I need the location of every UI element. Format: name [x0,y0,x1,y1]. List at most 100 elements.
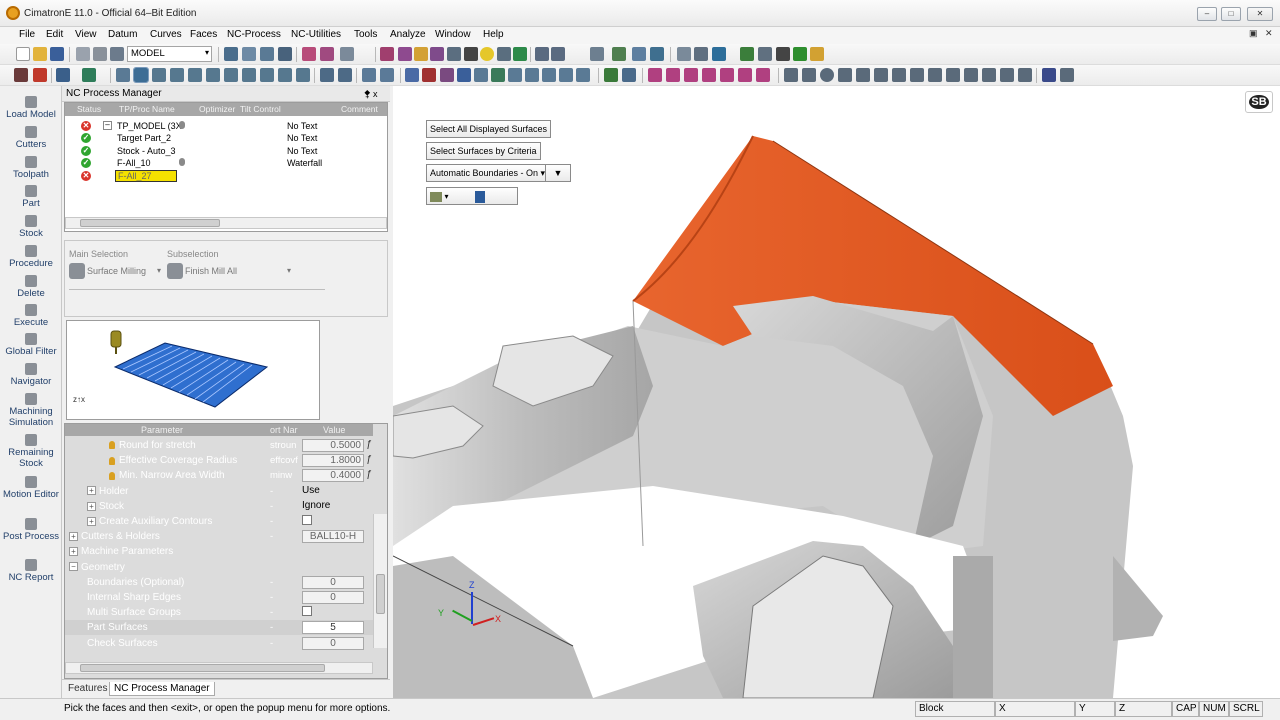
group-icon[interactable] [632,47,646,61]
copy-icon[interactable] [650,47,664,61]
menu-analyze[interactable]: Analyze [390,29,426,40]
fillet-icon[interactable] [946,68,960,82]
param-row[interactable]: Effective Coverage Radius effcovf 1.8000 ƒ [65,453,373,468]
cloud-icon[interactable] [93,47,107,61]
param-value[interactable] [302,606,364,619]
scrollbar-thumb[interactable] [80,664,325,672]
mirror-icon[interactable] [928,68,942,82]
param-row[interactable]: Boundaries (Optional) - 0 [65,575,373,590]
menu-file[interactable]: File [19,29,35,40]
nc-4-icon[interactable] [457,68,471,82]
select-6-icon[interactable] [206,68,220,82]
box-icon[interactable] [810,47,824,61]
param-row[interactable]: + Machine Parameters [65,544,373,559]
select-by-criteria-button[interactable]: Select Surfaces by Criteria [426,142,541,160]
arrow-right-icon[interactable] [551,47,565,61]
select-11-icon[interactable] [296,68,310,82]
combine-icon[interactable] [1018,68,1032,82]
cursor-icon[interactable] [362,68,376,82]
col-tilt-control[interactable]: Tilt Control [240,104,281,114]
collapse-icon[interactable]: – [103,121,112,130]
formula-icon[interactable]: ƒ [366,469,372,480]
zoom-window-icon[interactable] [242,47,256,61]
pin-close-icon[interactable]: ⯞ x [364,87,378,103]
select-7-icon[interactable] [224,68,238,82]
select-3-icon[interactable] [152,68,166,82]
expand-icon[interactable]: + [87,486,96,496]
point-icon[interactable] [856,68,870,82]
pan-icon[interactable] [278,47,292,61]
stock-button[interactable]: Stock [0,215,62,239]
model-dropdown[interactable]: MODEL ▾ [127,46,212,62]
surface-1-icon[interactable] [648,68,662,82]
menu-curves[interactable]: Curves [150,29,182,40]
light-bulb-icon[interactable] [480,47,494,61]
split-icon[interactable] [1000,68,1014,82]
param-row[interactable]: + Stock - Ignore [65,499,373,514]
close-button[interactable]: ✕ [1247,7,1273,21]
print-icon[interactable] [76,47,90,61]
surface-4-icon[interactable] [702,68,716,82]
menu-faces[interactable]: Faces [190,29,217,40]
menu-window[interactable]: Window [435,29,471,40]
motion-editor-button[interactable]: Motion Editor [0,476,62,500]
nc-8-icon[interactable] [525,68,539,82]
surface-3-icon[interactable] [684,68,698,82]
menu-edit[interactable]: Edit [46,29,63,40]
tab-features[interactable]: Features [64,682,111,696]
main-selection-dropdown[interactable]: Surface Milling ▾ [69,263,161,279]
machining-simulation-button[interactable]: Machining Simulation [0,393,62,428]
render-mode-icon[interactable] [340,47,354,61]
global-filter-button[interactable]: Global Filter [0,333,62,357]
minimize-button[interactable]: – [1197,7,1217,21]
pick-mode-2-icon[interactable] [338,68,352,82]
param-row[interactable]: + Cutters & Holders - BALL10-H [65,529,373,544]
expand-icon[interactable]: + [69,547,78,557]
nc-5-icon[interactable] [474,68,488,82]
subselection-dropdown[interactable]: Finish Mill All ▾ [167,263,293,279]
scrollbar-thumb[interactable] [376,574,385,614]
view-cube-icon[interactable] [302,47,316,61]
execute-button[interactable]: Execute [0,304,62,328]
param-value[interactable]: Ignore [302,500,364,513]
col-comment[interactable]: Comment [341,104,378,114]
nc-report-button[interactable]: NC Report [0,559,62,583]
param-row[interactable]: − Geometry [65,560,373,575]
param-col-short-name[interactable]: ort Nar [270,425,298,435]
grid-icon[interactable] [694,47,708,61]
param-col-value[interactable]: Value [323,425,345,435]
select-8-icon[interactable] [242,68,256,82]
delete-icon[interactable] [33,68,47,82]
show-icon[interactable] [513,47,527,61]
param-value[interactable]: 0 [302,575,364,589]
open-icon[interactable] [33,47,47,61]
col-name[interactable]: TP/Proc Name [119,104,175,114]
param-value[interactable] [302,515,364,528]
param-row[interactable]: + Holder - Use [65,484,373,499]
param-row[interactable]: Round for stretch stroun 0.5000 ƒ [65,438,373,453]
filter-icon[interactable] [82,68,96,82]
zoom-in-icon[interactable] [260,47,274,61]
lines-icon[interactable] [776,47,790,61]
offset-icon[interactable] [910,68,924,82]
toolpath-button[interactable]: Toolpath [0,156,62,180]
col-optimizer[interactable]: Optimizer [199,104,235,114]
spline-icon[interactable] [838,68,852,82]
layer-4-icon[interactable] [430,47,444,61]
surface-2-icon[interactable] [666,68,680,82]
feature-icon[interactable] [612,47,626,61]
pick-mode-icon[interactable] [320,68,334,82]
param-col-parameter[interactable]: Parameter [141,425,183,435]
new-icon[interactable] [16,47,30,61]
col-status[interactable]: Status [77,104,101,114]
remaining-stock-button[interactable]: Remaining Stock [0,434,62,469]
post-process-button[interactable]: Post Process [0,518,62,542]
tree-row[interactable]: ✓ Target Part_2 No Text [65,132,387,144]
menu-nc-utilities[interactable]: NC-Utilities [291,29,341,40]
collapse-icon[interactable]: − [69,562,78,572]
select-4-icon[interactable] [170,68,184,82]
nc-11-icon[interactable] [576,68,590,82]
load-model-button[interactable]: Load Model [0,96,62,120]
expand-icon[interactable]: + [87,501,96,511]
layer-1-icon[interactable] [380,47,394,61]
